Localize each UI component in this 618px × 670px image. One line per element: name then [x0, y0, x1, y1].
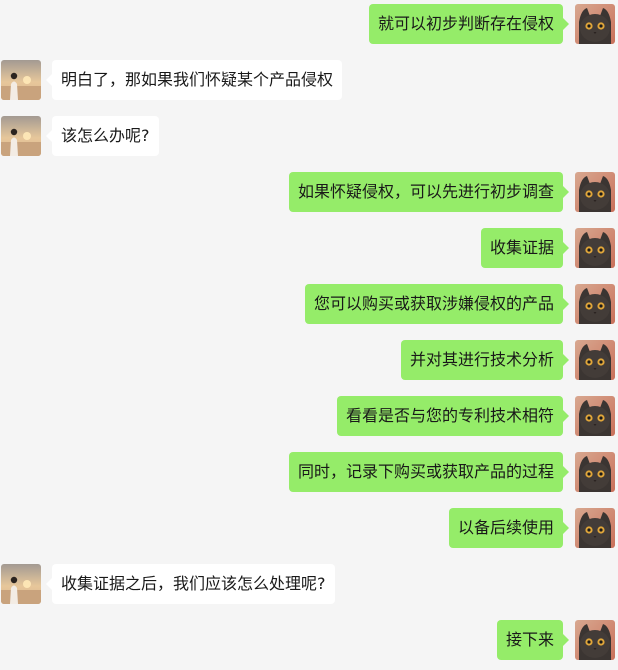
message-bubble[interactable]: 该怎么办呢?: [46, 116, 159, 156]
black-cat-avatar[interactable]: [575, 4, 615, 44]
message-row-outgoing: 以备后续使用: [0, 508, 618, 548]
message-row-outgoing: 就可以初步判断存在侵权: [0, 4, 618, 44]
message-bubble[interactable]: 接下来: [496, 620, 570, 660]
sunset-person-avatar[interactable]: [1, 60, 41, 100]
message-row-outgoing: 同时，记录下购买或获取产品的过程: [0, 452, 618, 492]
message-row-outgoing: 并对其进行技术分析: [0, 340, 618, 380]
message-bubble[interactable]: 如果怀疑侵权，可以先进行初步调查: [288, 172, 570, 212]
sunset-person-avatar[interactable]: [1, 116, 41, 156]
message-bubble[interactable]: 收集证据之后，我们应该怎么处理呢?: [46, 564, 335, 604]
message-bubble[interactable]: 同时，记录下购买或获取产品的过程: [288, 452, 570, 492]
black-cat-avatar[interactable]: [575, 228, 615, 268]
message-bubble[interactable]: 您可以购买或获取涉嫌侵权的产品: [304, 284, 570, 324]
black-cat-avatar[interactable]: [575, 284, 615, 324]
message-bubble[interactable]: 以备后续使用: [448, 508, 570, 548]
message-bubble[interactable]: 收集证据: [480, 228, 570, 268]
message-bubble[interactable]: 看看是否与您的专利技术相符: [336, 396, 570, 436]
black-cat-avatar[interactable]: [575, 508, 615, 548]
black-cat-avatar[interactable]: [575, 620, 615, 660]
message-bubble[interactable]: 并对其进行技术分析: [400, 340, 570, 380]
message-bubble[interactable]: 明白了，那如果我们怀疑某个产品侵权: [45, 60, 343, 100]
message-row-outgoing: 收集证据: [0, 228, 618, 268]
black-cat-avatar[interactable]: [575, 340, 615, 380]
message-row-incoming: 该怎么办呢?: [0, 116, 618, 156]
message-row-incoming: 收集证据之后，我们应该怎么处理呢?: [0, 564, 618, 604]
message-row-outgoing: 接下来: [0, 620, 618, 660]
black-cat-avatar[interactable]: [575, 452, 615, 492]
sunset-person-avatar[interactable]: [1, 564, 41, 604]
black-cat-avatar[interactable]: [575, 396, 615, 436]
chat-message-list[interactable]: 就可以初步判断存在侵权 明白了，那如果我们怀疑某个产品侵权 该怎么办呢? 如果怀…: [0, 0, 618, 670]
message-row-outgoing: 看看是否与您的专利技术相符: [0, 396, 618, 436]
message-row-outgoing: 您可以购买或获取涉嫌侵权的产品: [0, 284, 618, 324]
message-row-outgoing: 如果怀疑侵权，可以先进行初步调查: [0, 172, 618, 212]
message-bubble[interactable]: 就可以初步判断存在侵权: [368, 4, 570, 44]
message-row-incoming: 明白了，那如果我们怀疑某个产品侵权: [0, 60, 618, 100]
black-cat-avatar[interactable]: [575, 172, 615, 212]
